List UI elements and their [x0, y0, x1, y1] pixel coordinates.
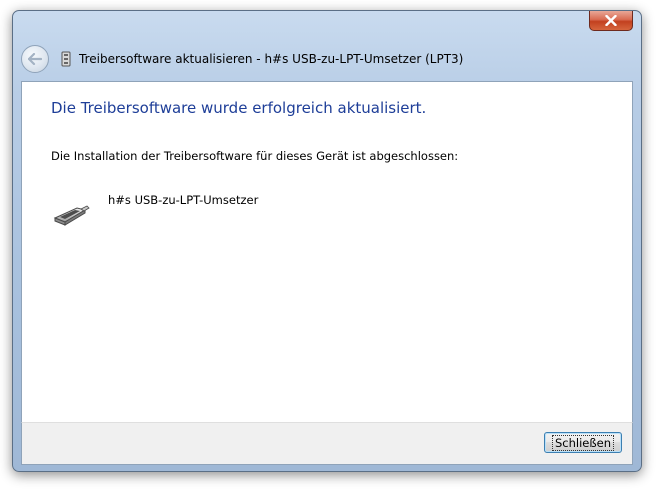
- back-arrow-icon: [28, 53, 42, 65]
- close-dialog-button-label: Schließen: [552, 434, 614, 451]
- content-panel: Die Treibersoftware wurde erfolgreich ak…: [21, 81, 633, 435]
- close-dialog-button[interactable]: Schließen: [544, 432, 622, 453]
- success-heading: Die Treibersoftware wurde erfolgreich ak…: [51, 99, 427, 117]
- device-connector-icon: [61, 51, 71, 67]
- button-bar: Schließen: [21, 422, 633, 465]
- window-title: Treibersoftware aktualisieren - h#s USB-…: [79, 52, 464, 66]
- title-bar: Treibersoftware aktualisieren - h#s USB-…: [21, 41, 633, 77]
- back-button[interactable]: [21, 45, 49, 73]
- parallel-port-adapter-icon: [53, 205, 90, 226]
- device-name: h#s USB-zu-LPT-Umsetzer: [108, 193, 259, 207]
- installation-complete-text: Die Installation der Treibersoftware für…: [51, 149, 459, 163]
- window-close-button[interactable]: [589, 11, 633, 31]
- close-icon: [605, 15, 617, 26]
- installed-device: h#s USB-zu-LPT-Umsetzer: [51, 190, 258, 228]
- wizard-window: Treibersoftware aktualisieren - h#s USB-…: [12, 10, 642, 472]
